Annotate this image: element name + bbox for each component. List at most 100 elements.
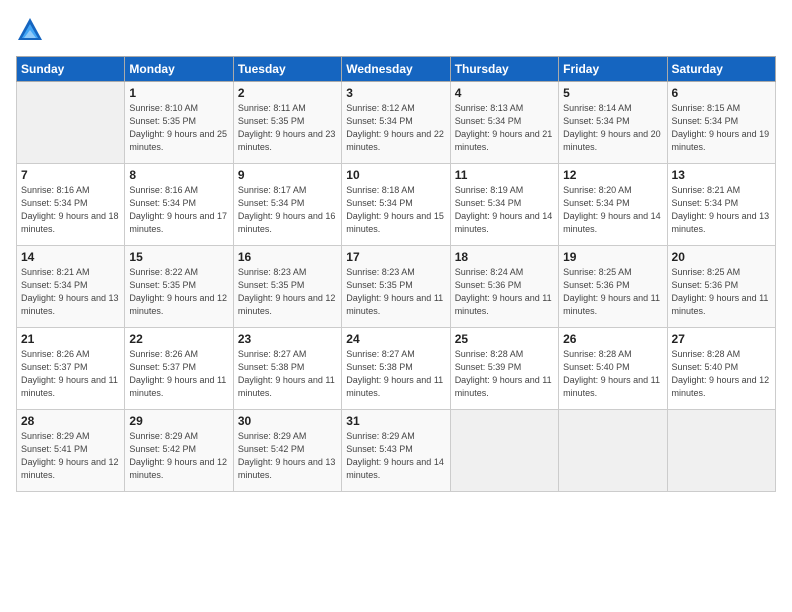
calendar-cell-w3-d1: 22 Sunrise: 8:26 AM Sunset: 5:37 PM Dayli…	[125, 328, 233, 410]
day-info: Sunrise: 8:26 AM Sunset: 5:37 PM Dayligh…	[21, 348, 120, 400]
calendar-week-2: 14 Sunrise: 8:21 AM Sunset: 5:34 PM Dayli…	[17, 246, 776, 328]
day-number: 27	[672, 332, 771, 346]
calendar-cell-w0-d4: 4 Sunrise: 8:13 AM Sunset: 5:34 PM Daylig…	[450, 82, 558, 164]
day-info: Sunrise: 8:21 AM Sunset: 5:34 PM Dayligh…	[672, 184, 771, 236]
day-number: 28	[21, 414, 120, 428]
calendar-cell-w3-d2: 23 Sunrise: 8:27 AM Sunset: 5:38 PM Dayli…	[233, 328, 341, 410]
calendar-cell-w2-d0: 14 Sunrise: 8:21 AM Sunset: 5:34 PM Dayli…	[17, 246, 125, 328]
day-number: 4	[455, 86, 554, 100]
day-info: Sunrise: 8:10 AM Sunset: 5:35 PM Dayligh…	[129, 102, 228, 154]
day-info: Sunrise: 8:25 AM Sunset: 5:36 PM Dayligh…	[563, 266, 662, 318]
calendar-cell-w1-d0: 7 Sunrise: 8:16 AM Sunset: 5:34 PM Daylig…	[17, 164, 125, 246]
calendar-cell-w0-d6: 6 Sunrise: 8:15 AM Sunset: 5:34 PM Daylig…	[667, 82, 775, 164]
calendar-cell-w0-d0	[17, 82, 125, 164]
calendar-cell-w4-d5	[559, 410, 667, 492]
calendar-cell-w0-d1: 1 Sunrise: 8:10 AM Sunset: 5:35 PM Daylig…	[125, 82, 233, 164]
calendar-cell-w0-d2: 2 Sunrise: 8:11 AM Sunset: 5:35 PM Daylig…	[233, 82, 341, 164]
day-number: 2	[238, 86, 337, 100]
calendar-cell-w4-d6	[667, 410, 775, 492]
day-info: Sunrise: 8:16 AM Sunset: 5:34 PM Dayligh…	[21, 184, 120, 236]
day-number: 18	[455, 250, 554, 264]
day-info: Sunrise: 8:16 AM Sunset: 5:34 PM Dayligh…	[129, 184, 228, 236]
calendar-cell-w2-d3: 17Sunrise: 8:23 AM Sunset: 5:35 PM Dayli…	[342, 246, 450, 328]
day-number: 17	[346, 250, 445, 264]
calendar-week-3: 21 Sunrise: 8:26 AM Sunset: 5:37 PM Dayli…	[17, 328, 776, 410]
calendar-week-1: 7 Sunrise: 8:16 AM Sunset: 5:34 PM Daylig…	[17, 164, 776, 246]
calendar-table: SundayMondayTuesdayWednesdayThursdayFrid…	[16, 56, 776, 492]
day-number: 26	[563, 332, 662, 346]
calendar-cell-w0-d3: 3 Sunrise: 8:12 AM Sunset: 5:34 PM Daylig…	[342, 82, 450, 164]
weekday-header-monday: Monday	[125, 57, 233, 82]
calendar-cell-w2-d6: 20Sunrise: 8:25 AM Sunset: 5:36 PM Dayli…	[667, 246, 775, 328]
calendar-cell-w4-d3: 31 Sunrise: 8:29 AM Sunset: 5:43 PM Dayli…	[342, 410, 450, 492]
day-number: 25	[455, 332, 554, 346]
day-number: 16	[238, 250, 337, 264]
calendar-week-0: 1 Sunrise: 8:10 AM Sunset: 5:35 PM Daylig…	[17, 82, 776, 164]
day-number: 21	[21, 332, 120, 346]
day-number: 11	[455, 168, 554, 182]
page-container: SundayMondayTuesdayWednesdayThursdayFrid…	[0, 0, 792, 612]
day-info: Sunrise: 8:28 AM Sunset: 5:39 PM Dayligh…	[455, 348, 554, 400]
calendar-week-4: 28Sunrise: 8:29 AM Sunset: 5:41 PM Dayli…	[17, 410, 776, 492]
calendar-cell-w2-d1: 15 Sunrise: 8:22 AM Sunset: 5:35 PM Dayli…	[125, 246, 233, 328]
day-number: 20	[672, 250, 771, 264]
day-info: Sunrise: 8:29 AM Sunset: 5:42 PM Dayligh…	[238, 430, 337, 482]
day-number: 9	[238, 168, 337, 182]
calendar-cell-w0-d5: 5 Sunrise: 8:14 AM Sunset: 5:34 PM Daylig…	[559, 82, 667, 164]
day-info: Sunrise: 8:29 AM Sunset: 5:43 PM Dayligh…	[346, 430, 445, 482]
day-number: 15	[129, 250, 228, 264]
day-info: Sunrise: 8:26 AM Sunset: 5:37 PM Dayligh…	[129, 348, 228, 400]
day-info: Sunrise: 8:28 AM Sunset: 5:40 PM Dayligh…	[672, 348, 771, 400]
calendar-cell-w1-d6: 13Sunrise: 8:21 AM Sunset: 5:34 PM Dayli…	[667, 164, 775, 246]
weekday-header-row: SundayMondayTuesdayWednesdayThursdayFrid…	[17, 57, 776, 82]
calendar-body: 1 Sunrise: 8:10 AM Sunset: 5:35 PM Daylig…	[17, 82, 776, 492]
day-info: Sunrise: 8:12 AM Sunset: 5:34 PM Dayligh…	[346, 102, 445, 154]
calendar-header: SundayMondayTuesdayWednesdayThursdayFrid…	[17, 57, 776, 82]
calendar-cell-w1-d2: 9 Sunrise: 8:17 AM Sunset: 5:34 PM Daylig…	[233, 164, 341, 246]
day-info: Sunrise: 8:28 AM Sunset: 5:40 PM Dayligh…	[563, 348, 662, 400]
day-number: 3	[346, 86, 445, 100]
day-info: Sunrise: 8:27 AM Sunset: 5:38 PM Dayligh…	[238, 348, 337, 400]
day-info: Sunrise: 8:21 AM Sunset: 5:34 PM Dayligh…	[21, 266, 120, 318]
calendar-cell-w4-d0: 28Sunrise: 8:29 AM Sunset: 5:41 PM Dayli…	[17, 410, 125, 492]
calendar-cell-w1-d5: 12 Sunrise: 8:20 AM Sunset: 5:34 PM Dayli…	[559, 164, 667, 246]
day-info: Sunrise: 8:15 AM Sunset: 5:34 PM Dayligh…	[672, 102, 771, 154]
weekday-header-friday: Friday	[559, 57, 667, 82]
logo	[16, 16, 48, 44]
header	[16, 16, 776, 44]
day-info: Sunrise: 8:23 AM Sunset: 5:35 PM Dayligh…	[238, 266, 337, 318]
day-number: 22	[129, 332, 228, 346]
day-info: Sunrise: 8:20 AM Sunset: 5:34 PM Dayligh…	[563, 184, 662, 236]
calendar-cell-w3-d5: 26 Sunrise: 8:28 AM Sunset: 5:40 PM Dayli…	[559, 328, 667, 410]
calendar-cell-w1-d1: 8Sunrise: 8:16 AM Sunset: 5:34 PM Daylig…	[125, 164, 233, 246]
day-number: 30	[238, 414, 337, 428]
calendar-cell-w3-d3: 24Sunrise: 8:27 AM Sunset: 5:38 PM Dayli…	[342, 328, 450, 410]
calendar-cell-w2-d4: 18Sunrise: 8:24 AM Sunset: 5:36 PM Dayli…	[450, 246, 558, 328]
calendar-cell-w4-d1: 29Sunrise: 8:29 AM Sunset: 5:42 PM Dayli…	[125, 410, 233, 492]
day-number: 14	[21, 250, 120, 264]
day-number: 5	[563, 86, 662, 100]
day-info: Sunrise: 8:22 AM Sunset: 5:35 PM Dayligh…	[129, 266, 228, 318]
calendar-cell-w2-d5: 19 Sunrise: 8:25 AM Sunset: 5:36 PM Dayli…	[559, 246, 667, 328]
calendar-cell-w2-d2: 16 Sunrise: 8:23 AM Sunset: 5:35 PM Dayli…	[233, 246, 341, 328]
calendar-cell-w4-d4	[450, 410, 558, 492]
day-number: 1	[129, 86, 228, 100]
day-info: Sunrise: 8:19 AM Sunset: 5:34 PM Dayligh…	[455, 184, 554, 236]
day-number: 12	[563, 168, 662, 182]
day-number: 19	[563, 250, 662, 264]
calendar-cell-w3-d0: 21 Sunrise: 8:26 AM Sunset: 5:37 PM Dayli…	[17, 328, 125, 410]
day-number: 23	[238, 332, 337, 346]
calendar-cell-w3-d4: 25 Sunrise: 8:28 AM Sunset: 5:39 PM Dayli…	[450, 328, 558, 410]
weekday-header-tuesday: Tuesday	[233, 57, 341, 82]
weekday-header-thursday: Thursday	[450, 57, 558, 82]
day-info: Sunrise: 8:14 AM Sunset: 5:34 PM Dayligh…	[563, 102, 662, 154]
calendar-cell-w1-d4: 11 Sunrise: 8:19 AM Sunset: 5:34 PM Dayli…	[450, 164, 558, 246]
day-number: 10	[346, 168, 445, 182]
day-info: Sunrise: 8:13 AM Sunset: 5:34 PM Dayligh…	[455, 102, 554, 154]
day-info: Sunrise: 8:11 AM Sunset: 5:35 PM Dayligh…	[238, 102, 337, 154]
day-info: Sunrise: 8:17 AM Sunset: 5:34 PM Dayligh…	[238, 184, 337, 236]
day-number: 31	[346, 414, 445, 428]
day-number: 7	[21, 168, 120, 182]
weekday-header-sunday: Sunday	[17, 57, 125, 82]
day-number: 6	[672, 86, 771, 100]
